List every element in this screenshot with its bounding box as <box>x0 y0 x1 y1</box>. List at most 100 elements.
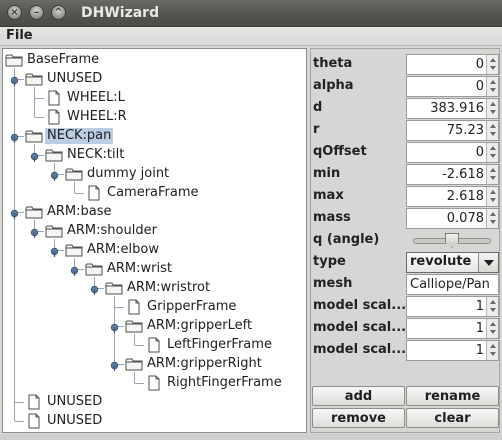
type-dropdown[interactable]: revolute <box>406 252 499 273</box>
mesh-value[interactable]: Calliope/Pan <box>410 277 490 292</box>
scale3-value[interactable]: 1 <box>476 343 484 358</box>
prop-theta-label: theta <box>313 56 353 71</box>
spinner-arrows-icon[interactable] <box>486 121 498 140</box>
mass-spinner[interactable]: 0.078 <box>406 208 499 229</box>
scale1-value[interactable]: 1 <box>476 299 484 314</box>
type-value[interactable]: revolute <box>410 254 471 269</box>
add-button[interactable]: add <box>312 386 405 406</box>
slider-knob[interactable] <box>445 233 459 248</box>
max-value[interactable]: 2.618 <box>447 189 484 204</box>
spinner-arrows-icon[interactable] <box>486 297 498 316</box>
spinner-arrows-icon[interactable] <box>486 143 498 162</box>
tree-node[interactable]: ARM:base <box>25 203 114 221</box>
max-spinner[interactable]: 2.618 <box>406 186 499 207</box>
close-icon[interactable]: × <box>7 5 22 20</box>
spinner-arrows-icon[interactable] <box>486 77 498 96</box>
tree-node-label[interactable]: UNUSED <box>45 394 104 410</box>
tree-node[interactable]: ARM:gripperLeft <box>125 317 254 335</box>
tree-expander-icon[interactable] <box>90 284 100 295</box>
spinner-arrows-icon[interactable] <box>486 187 498 206</box>
tree-expander-icon[interactable] <box>30 227 40 238</box>
tree-node-label[interactable]: dummy joint <box>85 166 171 182</box>
tree-node[interactable]: LeftFingerFrame <box>145 336 274 354</box>
spinner-arrows-icon[interactable] <box>486 209 498 228</box>
tree-expander-icon[interactable] <box>110 360 120 371</box>
tree-expander-icon[interactable] <box>10 208 20 219</box>
tree-node[interactable]: WHEEL:R <box>45 108 129 126</box>
alpha-value[interactable]: 0 <box>476 79 484 94</box>
tree-node[interactable]: NECK:tilt <box>45 146 126 164</box>
theta-value[interactable]: 0 <box>476 57 484 72</box>
theta-spinner[interactable]: 0 <box>406 54 499 75</box>
spinner-arrows-icon[interactable] <box>486 55 498 74</box>
tree-expander-icon[interactable] <box>50 246 60 257</box>
tree-node[interactable]: ARM:elbow <box>65 241 161 259</box>
tree-node[interactable]: ARM:wristrot <box>105 279 212 297</box>
tree-node-label[interactable]: ARM:gripperLeft <box>145 318 254 334</box>
spinner-arrows-icon[interactable] <box>486 165 498 184</box>
tree-expander-icon[interactable] <box>10 75 20 86</box>
tree-node[interactable]: UNUSED <box>25 393 104 411</box>
mass-value[interactable]: 0.078 <box>447 211 484 226</box>
tree-expander-icon[interactable] <box>30 151 40 162</box>
tree-node-label[interactable]: RightFingerFrame <box>165 375 284 391</box>
tree-node[interactable]: UNUSED <box>25 412 104 430</box>
tree-expander-icon[interactable] <box>110 322 120 333</box>
tree-expander-icon[interactable] <box>70 265 80 276</box>
tree-node-label[interactable]: GripperFrame <box>145 299 238 315</box>
tree-node-label[interactable]: WHEEL:L <box>65 90 127 106</box>
scale3-spinner[interactable]: 1 <box>406 340 499 361</box>
mesh-field[interactable]: Calliope/Pan <box>406 274 499 295</box>
clear-button[interactable]: clear <box>406 408 499 428</box>
tree-node[interactable]: GripperFrame <box>125 298 238 316</box>
tree-node-label[interactable]: ARM:gripperRight <box>145 356 264 372</box>
tree-node[interactable]: ARM:gripperRight <box>125 355 264 373</box>
spinner-arrows-icon[interactable] <box>486 99 498 118</box>
r-spinner[interactable]: 75.23 <box>406 120 499 141</box>
tree-node[interactable]: NECK:pan <box>25 127 114 145</box>
tree-node[interactable]: CameraFrame <box>85 184 201 202</box>
qoffset-value[interactable]: 0 <box>476 145 484 160</box>
tree-node-label[interactable]: NECK:tilt <box>65 147 126 163</box>
rename-button[interactable]: rename <box>406 386 499 406</box>
scale2-spinner[interactable]: 1 <box>406 318 499 339</box>
frame-tree[interactable]: BaseFrame UNUSED WHEEL:L WHEEL:R NECK:pan NEC… <box>2 48 307 433</box>
scale2-value[interactable]: 1 <box>476 321 484 336</box>
tree-expander-icon[interactable] <box>50 170 60 181</box>
tree-node-label[interactable]: WHEEL:R <box>65 109 129 125</box>
remove-button[interactable]: remove <box>312 408 405 428</box>
minimize-icon[interactable]: – <box>29 5 44 20</box>
tree-node[interactable]: dummy joint <box>65 165 171 183</box>
tree-node-label[interactable]: UNUSED <box>45 413 104 429</box>
min-spinner[interactable]: -2.618 <box>406 164 499 185</box>
tree-node-label[interactable]: ARM:base <box>45 204 114 220</box>
tree-expander-icon[interactable] <box>10 132 20 143</box>
r-value[interactable]: 75.23 <box>447 123 484 138</box>
tree-node-label[interactable]: NECK:pan <box>45 128 114 144</box>
d-value[interactable]: 383.916 <box>430 101 484 116</box>
tree-node-label[interactable]: CameraFrame <box>105 185 201 201</box>
tree-node[interactable]: ARM:wrist <box>85 260 174 278</box>
tree-node-label[interactable]: ARM:wristrot <box>125 280 212 296</box>
tree-node-label[interactable]: ARM:elbow <box>85 242 161 258</box>
alpha-spinner[interactable]: 0 <box>406 76 499 97</box>
tree-node[interactable]: UNUSED <box>25 70 104 88</box>
chevron-down-icon[interactable] <box>478 253 498 272</box>
qoffset-spinner[interactable]: 0 <box>406 142 499 163</box>
tree-node-label[interactable]: LeftFingerFrame <box>165 337 274 353</box>
tree-node-label[interactable]: BaseFrame <box>25 52 101 68</box>
tree-node-label[interactable]: ARM:wrist <box>105 261 174 277</box>
min-value[interactable]: -2.618 <box>442 167 484 182</box>
tree-node[interactable]: BaseFrame <box>5 51 101 69</box>
tree-node-label[interactable]: UNUSED <box>45 71 104 87</box>
tree-node-label[interactable]: ARM:shoulder <box>65 223 159 239</box>
d-spinner[interactable]: 383.916 <box>406 98 499 119</box>
spinner-arrows-icon[interactable] <box>486 341 498 360</box>
tree-node[interactable]: ARM:shoulder <box>45 222 159 240</box>
spinner-arrows-icon[interactable] <box>486 319 498 338</box>
tree-node[interactable]: RightFingerFrame <box>145 374 284 392</box>
maximize-icon[interactable]: ^ <box>51 5 66 20</box>
menu-file[interactable]: File <box>6 28 33 43</box>
tree-node[interactable]: WHEEL:L <box>45 89 127 107</box>
scale1-spinner[interactable]: 1 <box>406 296 499 317</box>
